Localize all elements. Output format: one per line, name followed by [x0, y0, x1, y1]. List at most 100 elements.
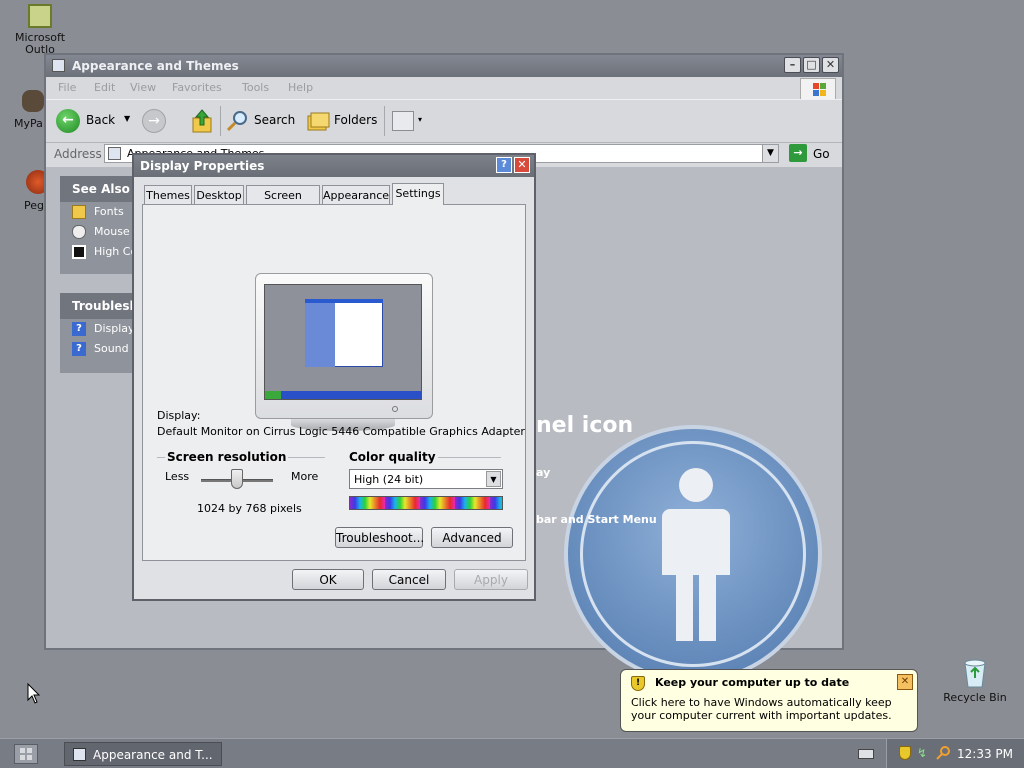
desktop-icon-recycle-bin[interactable]: Recycle Bin [938, 658, 1012, 704]
balloon-body: Click here to have Windows automatically… [631, 696, 892, 722]
up-folder-button[interactable] [190, 108, 214, 134]
close-button[interactable]: ✕ [514, 157, 530, 173]
help-button[interactable]: ? [496, 157, 512, 173]
tab-desktop[interactable]: Desktop [194, 185, 244, 204]
chevron-down-icon[interactable]: ▼ [486, 471, 501, 487]
troubleshooter-item-display[interactable]: ? Display [60, 319, 132, 339]
keyboard-icon[interactable] [858, 749, 874, 759]
display-adapter-value: Default Monitor on Cirrus Logic 5446 Com… [157, 425, 525, 438]
color-quality-value: High (24 bit) [354, 473, 424, 486]
troubleshooters-header[interactable]: Troubleshe [60, 293, 146, 319]
troubleshooter-item-sound[interactable]: ? Sound [60, 339, 132, 359]
apply-button[interactable]: Apply [454, 569, 528, 590]
tab-appearance[interactable]: Appearance [322, 185, 390, 204]
network-icon[interactable]: ↯ [917, 746, 931, 760]
maximize-button[interactable]: □ [803, 57, 820, 73]
dialog-titlebar[interactable]: Display Properties ? ✕ [134, 155, 534, 177]
minimize-button[interactable]: – [784, 57, 801, 73]
tab-themes[interactable]: Themes [144, 185, 192, 204]
tab-settings[interactable]: Settings [392, 183, 444, 205]
see-also-header[interactable]: See Also [60, 176, 132, 202]
help-icon: ? [72, 322, 86, 336]
cancel-button[interactable]: Cancel [372, 569, 446, 590]
folders-button[interactable]: Folders [306, 108, 382, 134]
see-also-item-mouse[interactable]: Mouse I [60, 222, 132, 242]
monitor-screen [264, 284, 422, 400]
go-arrow-icon[interactable]: → [789, 144, 807, 162]
high-contrast-icon [72, 245, 86, 259]
menu-tools[interactable]: Tools [242, 81, 269, 94]
search-icon[interactable] [935, 745, 951, 761]
monitor-preview [255, 273, 433, 419]
see-also-item-high-contrast[interactable]: High Co [60, 242, 132, 262]
search-button[interactable]: Search [226, 108, 298, 134]
chevron-down-icon[interactable]: ▼ [124, 114, 130, 123]
dialog-title: Display Properties [140, 159, 265, 173]
address-label: Address [54, 147, 102, 161]
go-label[interactable]: Go [813, 147, 830, 161]
views-button[interactable]: ▾ [390, 110, 426, 132]
folder-icon [73, 748, 86, 761]
taskbar: Appearance and T... ↯ 12:33 PM [0, 738, 1024, 768]
desktop-icon-outlook[interactable]: Microsoft Outlo [4, 4, 76, 56]
advanced-button[interactable]: Advanced [431, 527, 513, 548]
settings-tab-panel: Display: Default Monitor on Cirrus Logic… [142, 204, 526, 561]
recycle-bin-icon [962, 658, 988, 688]
update-notification-balloon[interactable]: ! Keep your computer up to date ✕ Click … [620, 669, 918, 732]
forward-button[interactable]: → [142, 109, 166, 133]
back-button[interactable]: ← Back ▼ [56, 108, 132, 134]
folder-icon [72, 205, 86, 219]
color-spectrum-bar [349, 496, 503, 510]
balloon-title: Keep your computer up to date [655, 676, 850, 689]
see-also-item-fonts[interactable]: Fonts [60, 202, 132, 222]
start-button[interactable] [14, 744, 38, 764]
mouse-icon [72, 225, 86, 239]
taskbar-task-button[interactable]: Appearance and T... [64, 742, 222, 766]
chevron-down-icon: ▾ [418, 115, 423, 124]
menu-view[interactable]: View [130, 81, 156, 94]
folder-icon [108, 147, 121, 160]
mouse-cursor-icon [27, 683, 41, 704]
back-label: Back [86, 113, 116, 127]
person-icon [662, 468, 730, 641]
desktop-icon-label: Recycle Bin [943, 691, 1007, 704]
close-button[interactable]: ✕ [822, 57, 839, 73]
resolution-slider-thumb[interactable] [231, 469, 243, 489]
resolution-more-label: More [291, 470, 319, 483]
color-quality-select[interactable]: High (24 bit) ▼ [349, 469, 503, 489]
menu-favorites[interactable]: Favorites [172, 81, 222, 94]
folders-icon [307, 112, 330, 131]
shield-icon[interactable] [899, 746, 911, 760]
outlook-icon [28, 4, 52, 28]
section-heading: nel icon [536, 413, 634, 438]
standard-toolbar: ← Back ▼ → Search Folders ▾ [46, 99, 842, 143]
views-icon [392, 111, 414, 131]
balloon-close-button[interactable]: ✕ [897, 674, 913, 690]
ok-button[interactable]: OK [292, 569, 364, 590]
troubleshoot-button[interactable]: Troubleshoot... [335, 527, 424, 548]
display-properties-dialog: Display Properties ? ✕ Themes Desktop Sc… [132, 153, 536, 601]
back-arrow-icon: ← [56, 109, 80, 133]
window-title: Appearance and Themes [72, 59, 239, 73]
task-link-2[interactable]: bar and Start Menu [536, 513, 657, 526]
menu-edit[interactable]: Edit [94, 81, 115, 94]
explorer-titlebar[interactable]: Appearance and Themes – □ ✕ [46, 55, 842, 77]
user-figure-graphic [564, 425, 822, 683]
see-also-panel: See Also Fonts Mouse I High Co [60, 176, 132, 274]
chevron-down-icon[interactable]: ▼ [762, 145, 778, 162]
shield-icon: ! [631, 676, 645, 691]
task-label: Appearance and T... [93, 748, 213, 762]
search-icon [226, 111, 247, 132]
my-pictures-icon [22, 90, 44, 112]
folders-label: Folders [334, 113, 378, 127]
tab-screen-saver[interactable]: Screen Saver [246, 185, 320, 215]
folder-icon [52, 59, 65, 72]
color-quality-header: Color quality [347, 450, 438, 464]
windows-logo-icon [800, 78, 836, 100]
search-label: Search [254, 113, 296, 127]
menu-file[interactable]: File [58, 81, 76, 94]
menu-help[interactable]: Help [288, 81, 313, 94]
resolution-value: 1024 by 768 pixels [197, 502, 302, 515]
task-link-1[interactable]: ay [536, 466, 550, 479]
menu-bar: File Edit View Favorites Tools Help [46, 77, 842, 97]
